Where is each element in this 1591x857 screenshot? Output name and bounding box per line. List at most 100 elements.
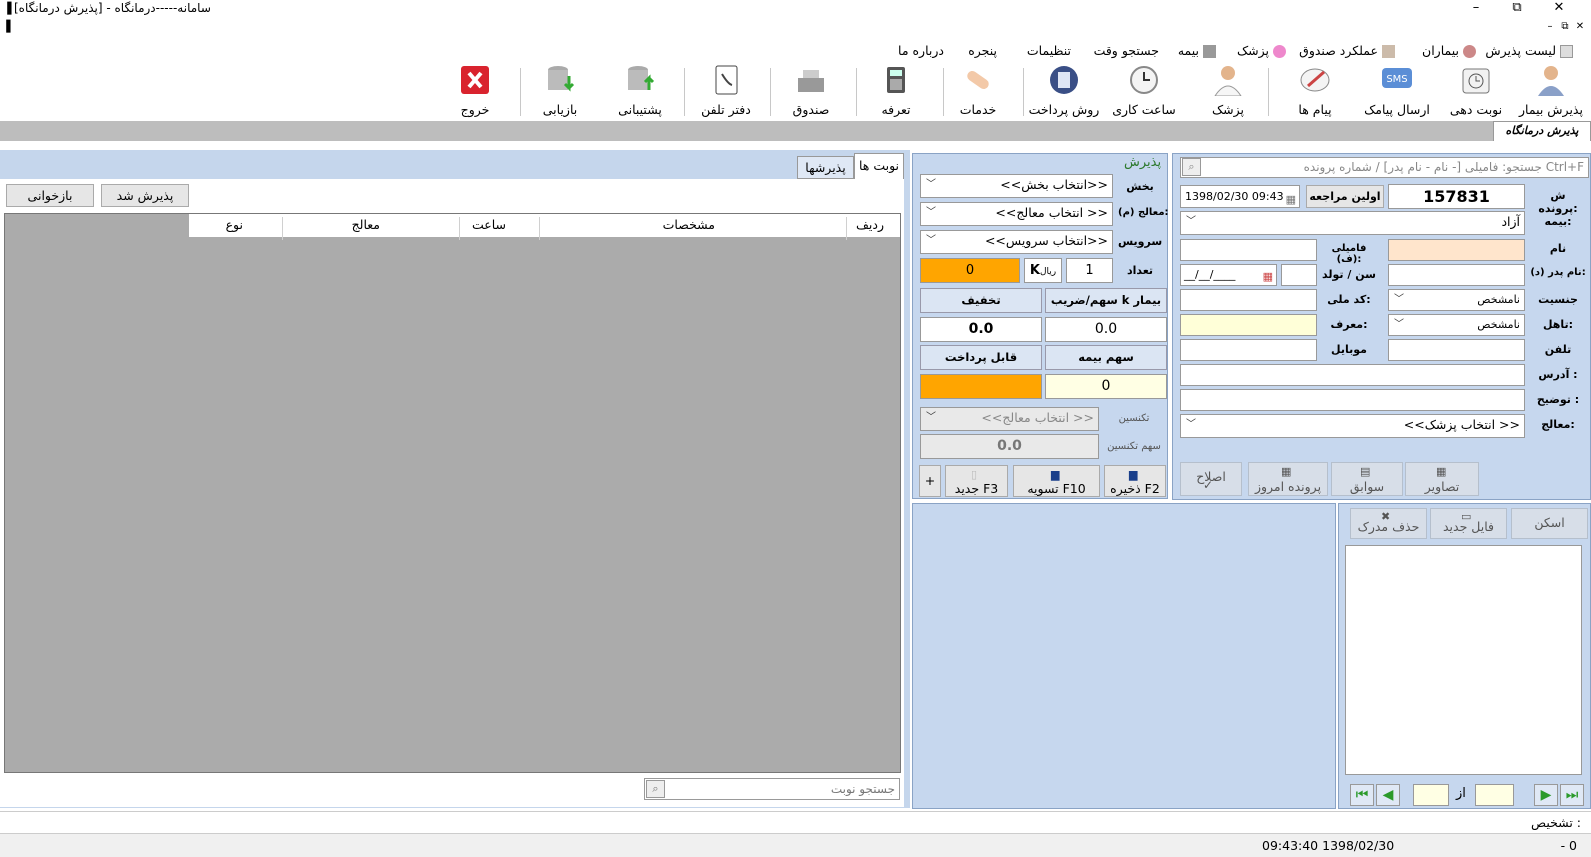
minimize-button[interactable]: –: [1456, 0, 1496, 15]
menu-settings[interactable]: تنظیمات: [1027, 43, 1071, 58]
search-icon[interactable]: ⌕: [1182, 158, 1201, 176]
payment-method-button[interactable]: روش پرداخت: [1026, 64, 1102, 118]
family-input[interactable]: [1180, 239, 1317, 261]
scan-button[interactable]: اسکن: [1511, 508, 1588, 539]
mobile-label: موبایل: [1331, 343, 1367, 356]
backup-button[interactable]: پشتیبانی: [605, 64, 675, 118]
father-name-input[interactable]: [1388, 264, 1525, 286]
next-page-icon[interactable]: ▶: [1534, 784, 1558, 806]
column-time[interactable]: ساعت: [472, 217, 506, 232]
tab-appointments[interactable]: نوبت ها: [854, 153, 904, 179]
new-button[interactable]: ▯ جدید F3: [945, 465, 1008, 497]
menu-search-time[interactable]: جستجو وقت: [1094, 43, 1159, 58]
k-unit-button[interactable]: Kریال: [1024, 258, 1062, 283]
delete-document-button[interactable]: ✖ حذف مدرک: [1350, 508, 1427, 539]
appointment-search-input[interactable]: جستجو نوبت ⌕: [644, 778, 900, 800]
reload-button[interactable]: بازخوانی: [6, 184, 94, 207]
add-button[interactable]: +: [919, 465, 941, 497]
edit-button[interactable]: اصلاح ✓: [1180, 462, 1242, 496]
mdi-close-button[interactable]: ✕: [1573, 20, 1587, 34]
images-button[interactable]: ▦ تصاویر: [1405, 462, 1479, 496]
address-input[interactable]: [1180, 364, 1525, 386]
attending-physician-select[interactable]: << انتخاب پزشک>> ﹀: [1180, 414, 1525, 438]
check-icon: ✓: [1203, 478, 1214, 492]
save-button[interactable]: ▆ ذخیره F2: [1104, 465, 1166, 497]
menu-patients[interactable]: بیماران: [1422, 43, 1476, 58]
column-details[interactable]: مشخصات: [663, 217, 715, 232]
mdi-controls: ▐ – ⧉ ✕: [0, 18, 1591, 38]
doctor-button[interactable]: پزشک: [1198, 64, 1258, 118]
count-input[interactable]: 1: [1066, 258, 1113, 283]
age-input[interactable]: [1281, 264, 1317, 286]
toolbar-separator: [520, 68, 521, 116]
calendar-icon[interactable]: ▦: [1286, 189, 1296, 210]
menu-cash-performance[interactable]: عملکرد صندوق: [1299, 43, 1395, 58]
menu-doctor[interactable]: پزشک: [1237, 43, 1286, 58]
tariff-button[interactable]: تعرفه: [866, 64, 926, 118]
today-file-button[interactable]: ▦ پرونده امروز: [1248, 462, 1328, 496]
column-row[interactable]: ردیف: [856, 217, 884, 232]
patient-search-input[interactable]: Ctrl+F جستجو: فامیلی [- نام - نام پدر] /…: [1180, 157, 1589, 178]
column-type[interactable]: نوع: [226, 217, 243, 232]
calculator-icon: [1050, 66, 1078, 94]
mdi-restore-button[interactable]: ⧉: [1558, 20, 1572, 34]
maximize-button[interactable]: ⧉: [1497, 0, 1537, 15]
file-number-field[interactable]: 157831: [1388, 184, 1525, 209]
admitted-button[interactable]: پذیرش شد: [101, 184, 189, 207]
phonebook-button[interactable]: دفتر تلفن: [693, 64, 759, 118]
page-input[interactable]: [1475, 784, 1514, 806]
previous-page-icon[interactable]: ◀: [1376, 784, 1400, 806]
last-page-icon[interactable]: ⏭: [1560, 784, 1584, 806]
close-button[interactable]: ✕: [1539, 0, 1579, 15]
first-visit-button[interactable]: اولین مراجعه: [1306, 185, 1384, 208]
referrer-input[interactable]: [1180, 314, 1317, 336]
send-sms-button[interactable]: SMS ارسال پیامک: [1356, 64, 1438, 118]
tab-admissions[interactable]: پذیرشها: [797, 156, 854, 179]
exit-button[interactable]: خروج: [455, 64, 495, 118]
insurance-share-header: سهم بیمه: [1045, 345, 1167, 370]
column-physician[interactable]: معالج: [352, 217, 380, 232]
marital-select[interactable]: نامشخص ﹀: [1388, 314, 1525, 336]
messages-button[interactable]: پیام ها: [1285, 64, 1345, 118]
document-preview[interactable]: [1345, 545, 1582, 775]
discount-field[interactable]: 0.0: [920, 317, 1042, 342]
menu-admission-list[interactable]: لیست پذیرش: [1485, 43, 1573, 58]
insurance-label: بیمه:: [1544, 215, 1572, 228]
gender-select[interactable]: نامشخص ﹀: [1388, 289, 1525, 311]
insurance-select[interactable]: آزاد ﹀: [1180, 211, 1525, 235]
services-button[interactable]: خدمات: [948, 64, 1008, 118]
folder-icon: ▭: [1461, 510, 1472, 523]
menu-about[interactable]: درباره ما: [898, 43, 944, 58]
mobile-input[interactable]: [1180, 339, 1317, 361]
technician-select[interactable]: << انتخاب معالج>> ﹀: [920, 407, 1099, 431]
search-icon[interactable]: ⌕: [646, 780, 665, 798]
chevron-down-icon: ﹀: [1394, 294, 1404, 305]
mdi-minimize-button[interactable]: –: [1543, 20, 1557, 34]
note-input[interactable]: [1180, 389, 1525, 411]
toolbar: پذیرش بیمار نوبت دهی SMS ارسال پیامک پیا…: [0, 62, 1591, 120]
name-input[interactable]: [1388, 239, 1525, 261]
price-field[interactable]: 0: [920, 258, 1020, 283]
appointments-grid[interactable]: [4, 213, 901, 773]
menu-window[interactable]: پنجره: [968, 43, 997, 58]
new-file-button[interactable]: ▭ فایل جدید: [1430, 508, 1507, 539]
first-page-icon[interactable]: ⏮: [1350, 784, 1374, 806]
history-button[interactable]: ▤ سوابق: [1331, 462, 1403, 496]
patient-share-field[interactable]: 0.0: [1045, 317, 1167, 342]
cashbox-button[interactable]: صندوق: [780, 64, 842, 118]
visit-datetime-field[interactable]: 1398/02/30 09:43 ▦: [1180, 185, 1300, 208]
national-id-input[interactable]: [1180, 289, 1317, 311]
section-select[interactable]: <<انتخاب بخش>> ﹀: [920, 174, 1113, 198]
birth-date-input[interactable]: __/__/____ ▦: [1180, 264, 1277, 286]
menu-insurance[interactable]: بیمه: [1178, 43, 1216, 58]
service-select[interactable]: <<انتخاب سرویس>> ﹀: [920, 230, 1113, 254]
working-hours-button[interactable]: ساعت کاری: [1108, 64, 1180, 118]
phone-input[interactable]: [1388, 339, 1525, 361]
patient-admit-button[interactable]: پذیرش بیمار: [1513, 64, 1589, 118]
calendar-icon[interactable]: ▦: [1263, 267, 1273, 287]
physician-select[interactable]: << انتخاب معالج>> ﹀: [920, 202, 1113, 226]
tab-clinic-admission[interactable]: پذیرش درمانگاه: [1493, 121, 1591, 141]
restore-button[interactable]: بازیابی: [530, 64, 590, 118]
appointment-button[interactable]: نوبت دهی: [1441, 64, 1511, 118]
settle-button[interactable]: ▆ تسویه F10: [1013, 465, 1100, 497]
